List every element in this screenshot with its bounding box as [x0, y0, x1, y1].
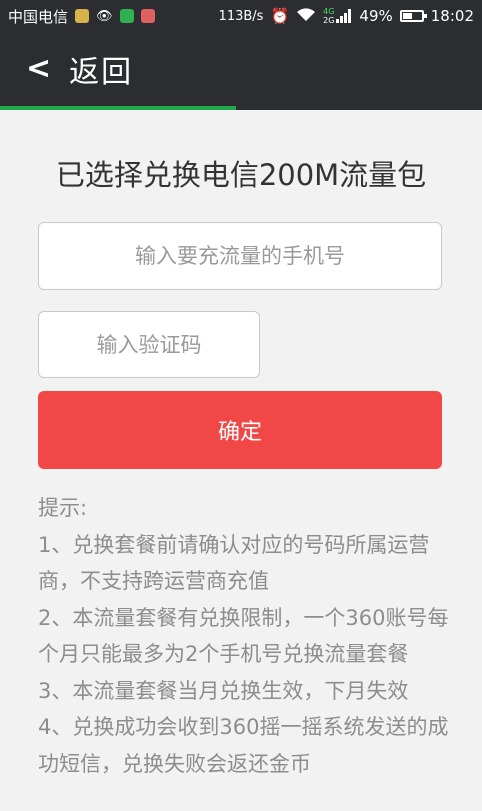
- back-button[interactable]: < 返回: [0, 32, 133, 106]
- tips-heading: 提示:: [38, 496, 88, 520]
- wechat-icon: [119, 9, 134, 23]
- verification-code-input[interactable]: [38, 311, 260, 378]
- clock: 18:02: [430, 7, 474, 25]
- tip-item: 2、本流量套餐有兑换限制，一个360账号每个月只能最多为2个手机号兑换流量套餐: [38, 605, 449, 667]
- status-left: 中国电信 👁: [8, 6, 155, 27]
- notification-app-icon: [75, 9, 90, 23]
- network-speed: 113B/s: [218, 8, 264, 24]
- tip-item: 4、兑换成功会收到360摇一摇系统发送的成功短信，兑换失败会返还金币: [38, 715, 449, 776]
- carrier-name: 中国电信: [8, 7, 69, 26]
- eye-icon: 👁: [96, 8, 113, 24]
- network-4g-label: 4G: [323, 7, 335, 16]
- progress-fill: [0, 106, 237, 110]
- status-bar: 中国电信 👁 113B/s ⏰ 4G 2G 49% 18:02: [0, 0, 482, 32]
- alarm-icon: ⏰: [270, 7, 290, 25]
- confirm-button[interactable]: 确定: [38, 391, 442, 469]
- page-title: 已选择兑换电信200M流量包: [55, 158, 427, 192]
- loading-progress-bar: [0, 106, 482, 110]
- battery-icon: [399, 10, 427, 22]
- signal-icon: 4G 2G: [323, 7, 352, 25]
- back-label: 返回: [69, 55, 134, 90]
- network-2g-label: 2G: [323, 16, 335, 25]
- missed-call-icon: [140, 9, 155, 23]
- status-right: 113B/s ⏰ 4G 2G 49% 18:02: [219, 7, 474, 26]
- chevron-left-icon: <: [26, 51, 52, 86]
- nav-bar: < 返回: [0, 32, 482, 106]
- phone-number-input[interactable]: [38, 222, 442, 290]
- battery-percent: 49%: [359, 7, 393, 25]
- tip-item: 3、本流量套餐当月兑换生效，下月失效: [38, 678, 409, 703]
- tips-section: 提示: 1、兑换套餐前请确认对应的号码所属运营商，不支持跨运营商充值 2、本流量…: [38, 490, 458, 782]
- wifi-icon: [296, 7, 316, 26]
- tip-item: 1、兑换套餐前请确认对应的号码所属运营商，不支持跨运营商充值: [38, 532, 430, 594]
